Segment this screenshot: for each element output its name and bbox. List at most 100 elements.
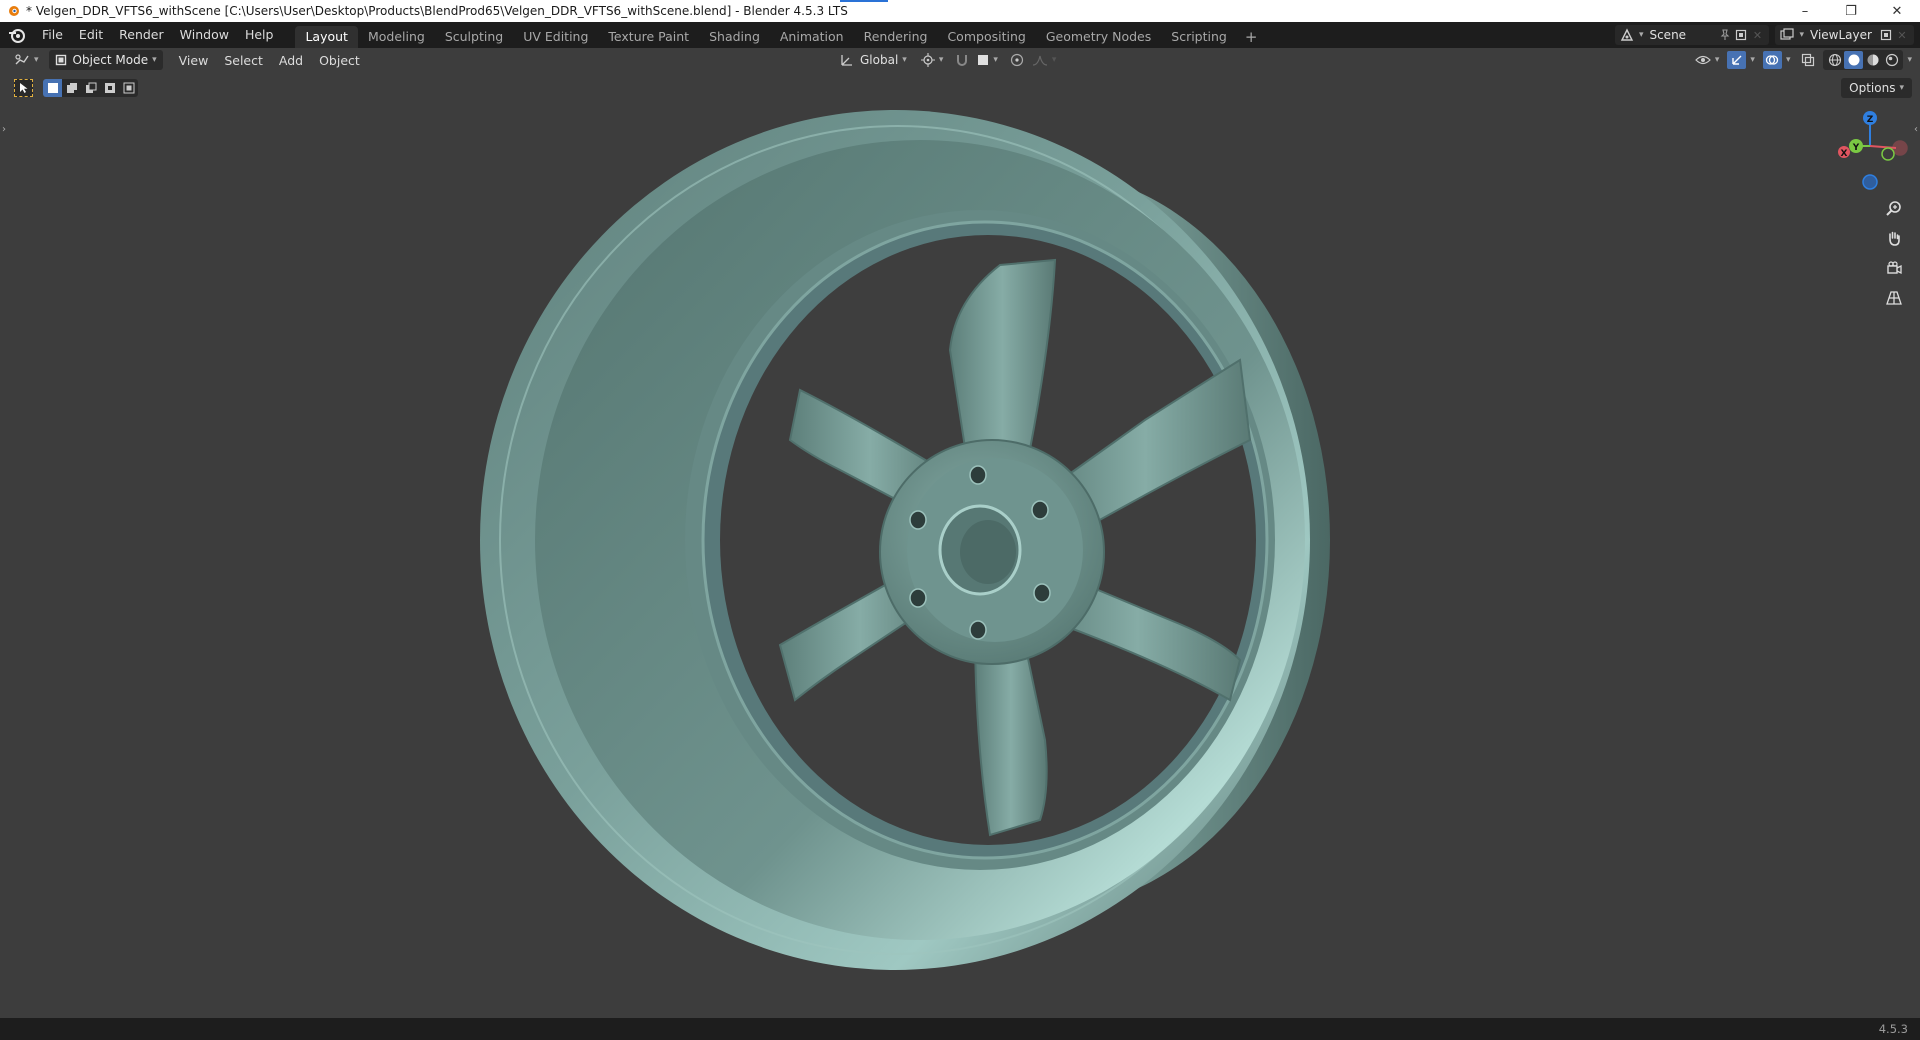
- delete-view-layer-icon[interactable]: ✕: [1894, 27, 1910, 43]
- xray-toggle[interactable]: [1798, 51, 1817, 69]
- blender-logo-icon[interactable]: [8, 26, 26, 44]
- axis-neg-z-handle[interactable]: [1862, 174, 1878, 190]
- window-title-bar: * Velgen_DDR_VFTS6_withScene [C:\Users\U…: [0, 0, 1920, 22]
- menu-edit[interactable]: Edit: [71, 22, 111, 48]
- axis-x-handle[interactable]: [1892, 140, 1908, 156]
- scene-icon: [1619, 27, 1635, 43]
- snap-toggle[interactable]: [951, 50, 973, 70]
- menu-add[interactable]: Add: [271, 53, 311, 68]
- axis-x-label: X: [1841, 149, 1848, 159]
- snap-target-dropdown[interactable]: ▾: [973, 50, 1002, 70]
- pin-icon[interactable]: [1717, 27, 1733, 43]
- lug-hole: [1033, 583, 1051, 603]
- select-tool-button[interactable]: [14, 79, 33, 97]
- gizmo-dropdown-caret[interactable]: ▾: [1750, 55, 1755, 65]
- tab-animation[interactable]: Animation: [770, 26, 854, 48]
- tab-texture-paint[interactable]: Texture Paint: [598, 26, 699, 48]
- zoom-icon[interactable]: [1880, 194, 1908, 222]
- orientation-label: Global: [860, 53, 899, 67]
- lug-hole: [969, 620, 987, 640]
- shading-dropdown-caret[interactable]: ▾: [1907, 55, 1912, 65]
- gizmo-toggle[interactable]: [1727, 51, 1747, 69]
- menu-object[interactable]: Object: [311, 53, 368, 68]
- wireframe-shading-button[interactable]: [1825, 51, 1844, 69]
- chevron-down-icon: ▾: [1714, 55, 1720, 65]
- proportional-editing-toggle[interactable]: [1006, 50, 1028, 70]
- pivot-point-dropdown[interactable]: ▾: [917, 50, 948, 70]
- object-mode-dropdown[interactable]: Object Mode ▾: [48, 50, 163, 70]
- toolbar-expand-arrow-icon[interactable]: ›: [2, 124, 6, 135]
- chevron-down-icon: ▾: [152, 55, 157, 65]
- new-scene-icon[interactable]: [1733, 27, 1749, 43]
- tab-uv-editing[interactable]: UV Editing: [513, 26, 598, 48]
- selection-mode-group: [43, 79, 138, 97]
- options-label: Options: [1849, 81, 1896, 95]
- scene-selector[interactable]: ▾ Scene ✕: [1614, 25, 1770, 45]
- select-extend-icon: [66, 83, 77, 93]
- pan-hand-icon[interactable]: [1880, 224, 1908, 252]
- chevron-down-icon: ▾: [902, 55, 907, 65]
- falloff-curve-icon: [1032, 55, 1047, 66]
- tab-modeling[interactable]: Modeling: [358, 26, 435, 48]
- axis-z-label: Z: [1867, 115, 1874, 125]
- overlays-toggle[interactable]: [1762, 51, 1782, 69]
- object-mode-icon: [55, 54, 66, 66]
- view-layer-name[interactable]: ViewLayer: [1804, 28, 1878, 42]
- scene-name[interactable]: Scene: [1643, 28, 1717, 42]
- axis-neg-y-handle[interactable]: [1881, 147, 1895, 161]
- close-button[interactable]: ✕: [1874, 0, 1920, 22]
- chevron-down-icon: ▾: [1899, 83, 1904, 93]
- select-new-button[interactable]: [43, 79, 62, 97]
- menu-file[interactable]: File: [34, 22, 71, 48]
- lug-hole: [1031, 500, 1049, 520]
- tab-sculpting[interactable]: Sculpting: [435, 26, 513, 48]
- tab-compositing[interactable]: Compositing: [937, 26, 1035, 48]
- delete-scene-icon[interactable]: ✕: [1749, 27, 1765, 43]
- restore-button[interactable]: ❐: [1828, 0, 1874, 22]
- perspective-toggle-icon[interactable]: [1880, 284, 1908, 312]
- solid-shading-button[interactable]: [1844, 51, 1864, 69]
- lug-hole: [969, 465, 987, 485]
- tab-scripting[interactable]: Scripting: [1161, 26, 1237, 48]
- material-preview-button[interactable]: [1863, 51, 1882, 69]
- select-extend-button[interactable]: [62, 79, 81, 97]
- add-workspace-button[interactable]: +: [1237, 26, 1266, 48]
- tab-geometry-nodes[interactable]: Geometry Nodes: [1036, 26, 1161, 48]
- transform-orientation-dropdown[interactable]: Global ▾: [836, 50, 911, 70]
- menu-window[interactable]: Window: [172, 22, 237, 48]
- new-view-layer-icon[interactable]: [1878, 27, 1894, 43]
- proportional-editing-icon: [1010, 53, 1023, 67]
- tab-layout[interactable]: Layout: [295, 26, 358, 48]
- tab-rendering[interactable]: Rendering: [854, 26, 938, 48]
- view-layer-selector[interactable]: ▾ ViewLayer ✕: [1775, 25, 1914, 45]
- camera-view-icon[interactable]: [1880, 254, 1908, 282]
- menu-help[interactable]: Help: [237, 22, 282, 48]
- overlays-dropdown-caret[interactable]: ▾: [1786, 55, 1791, 65]
- proportional-falloff-dropdown[interactable]: ▾: [1028, 50, 1061, 70]
- rendered-sphere-icon: [1885, 53, 1899, 67]
- menu-view[interactable]: View: [171, 53, 217, 68]
- minimize-button[interactable]: –: [1782, 0, 1828, 22]
- shading-mode-group: [1823, 50, 1904, 70]
- editor-type-selector[interactable]: ▾: [10, 50, 43, 70]
- tab-shading[interactable]: Shading: [699, 26, 770, 48]
- select-subtract-button[interactable]: [81, 79, 100, 97]
- 3d-viewport-icon: [15, 54, 29, 65]
- viewport-navigation-buttons: [1880, 194, 1908, 314]
- select-intersect-icon: [123, 82, 134, 94]
- navigation-gizmo[interactable]: Z X Y: [1830, 104, 1910, 194]
- material-sphere-icon: [1867, 54, 1879, 66]
- rendered-shading-button[interactable]: [1882, 51, 1901, 69]
- menu-render[interactable]: Render: [111, 22, 172, 48]
- wireframe-icon: [1828, 53, 1842, 67]
- options-dropdown[interactable]: Options ▾: [1841, 78, 1912, 98]
- select-intersect-button[interactable]: [119, 79, 138, 97]
- magnet-icon: [957, 55, 968, 66]
- object-visibility-dropdown[interactable]: ▾: [1691, 50, 1724, 70]
- chevron-down-icon: ▾: [1051, 55, 1057, 65]
- menu-select[interactable]: Select: [216, 53, 271, 68]
- title-progress-indicator: [840, 0, 888, 2]
- sidebar-expand-arrow-icon[interactable]: ‹: [1914, 124, 1918, 135]
- view-layer-icon: [1779, 27, 1795, 43]
- select-invert-button[interactable]: [100, 79, 119, 97]
